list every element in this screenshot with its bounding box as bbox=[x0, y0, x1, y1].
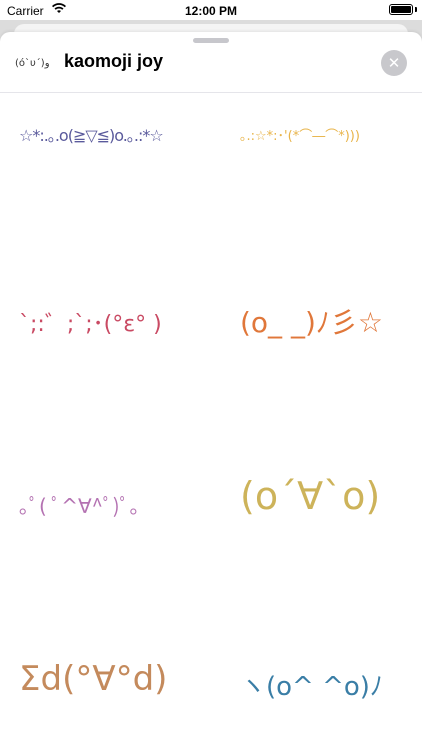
app-icon: (ó`υ´)و bbox=[15, 58, 50, 69]
close-icon: ✕ bbox=[387, 54, 401, 72]
status-bar: Carrier 12:00 PM bbox=[0, 0, 422, 20]
sticker-kaomoji[interactable]: (o_ _)ﾉ彡☆ bbox=[240, 301, 383, 341]
clock: 12:00 PM bbox=[184, 4, 238, 18]
sticker-kaomoji[interactable]: (o´∀`o) bbox=[240, 474, 380, 518]
sticker-kaomoji[interactable]: ｡ﾟ( ﾟ^∀^ﾟ)ﾟ｡ bbox=[19, 490, 140, 519]
battery-icon bbox=[389, 4, 413, 15]
sticker-kaomoji[interactable]: Σd(°∀°d) bbox=[19, 659, 167, 699]
header-divider bbox=[0, 92, 422, 93]
close-button[interactable]: ✕ bbox=[381, 50, 407, 76]
battery-cap bbox=[415, 7, 417, 12]
sticker-kaomoji[interactable]: `;:゛;`;･(°ε° ) bbox=[19, 306, 162, 338]
sticker-kaomoji[interactable]: ☆*:.｡.o(≧▽≦)o.｡.:*☆ bbox=[19, 122, 164, 146]
app-title: kaomoji joy bbox=[64, 51, 164, 71]
sticker-kaomoji[interactable]: ヽ(o^ ^o)ﾉ bbox=[240, 666, 383, 703]
sticker-kaomoji[interactable]: ｡.:☆*:･'(*⌒―⌒*))) bbox=[240, 125, 360, 144]
sheet-grabber[interactable] bbox=[193, 38, 229, 43]
